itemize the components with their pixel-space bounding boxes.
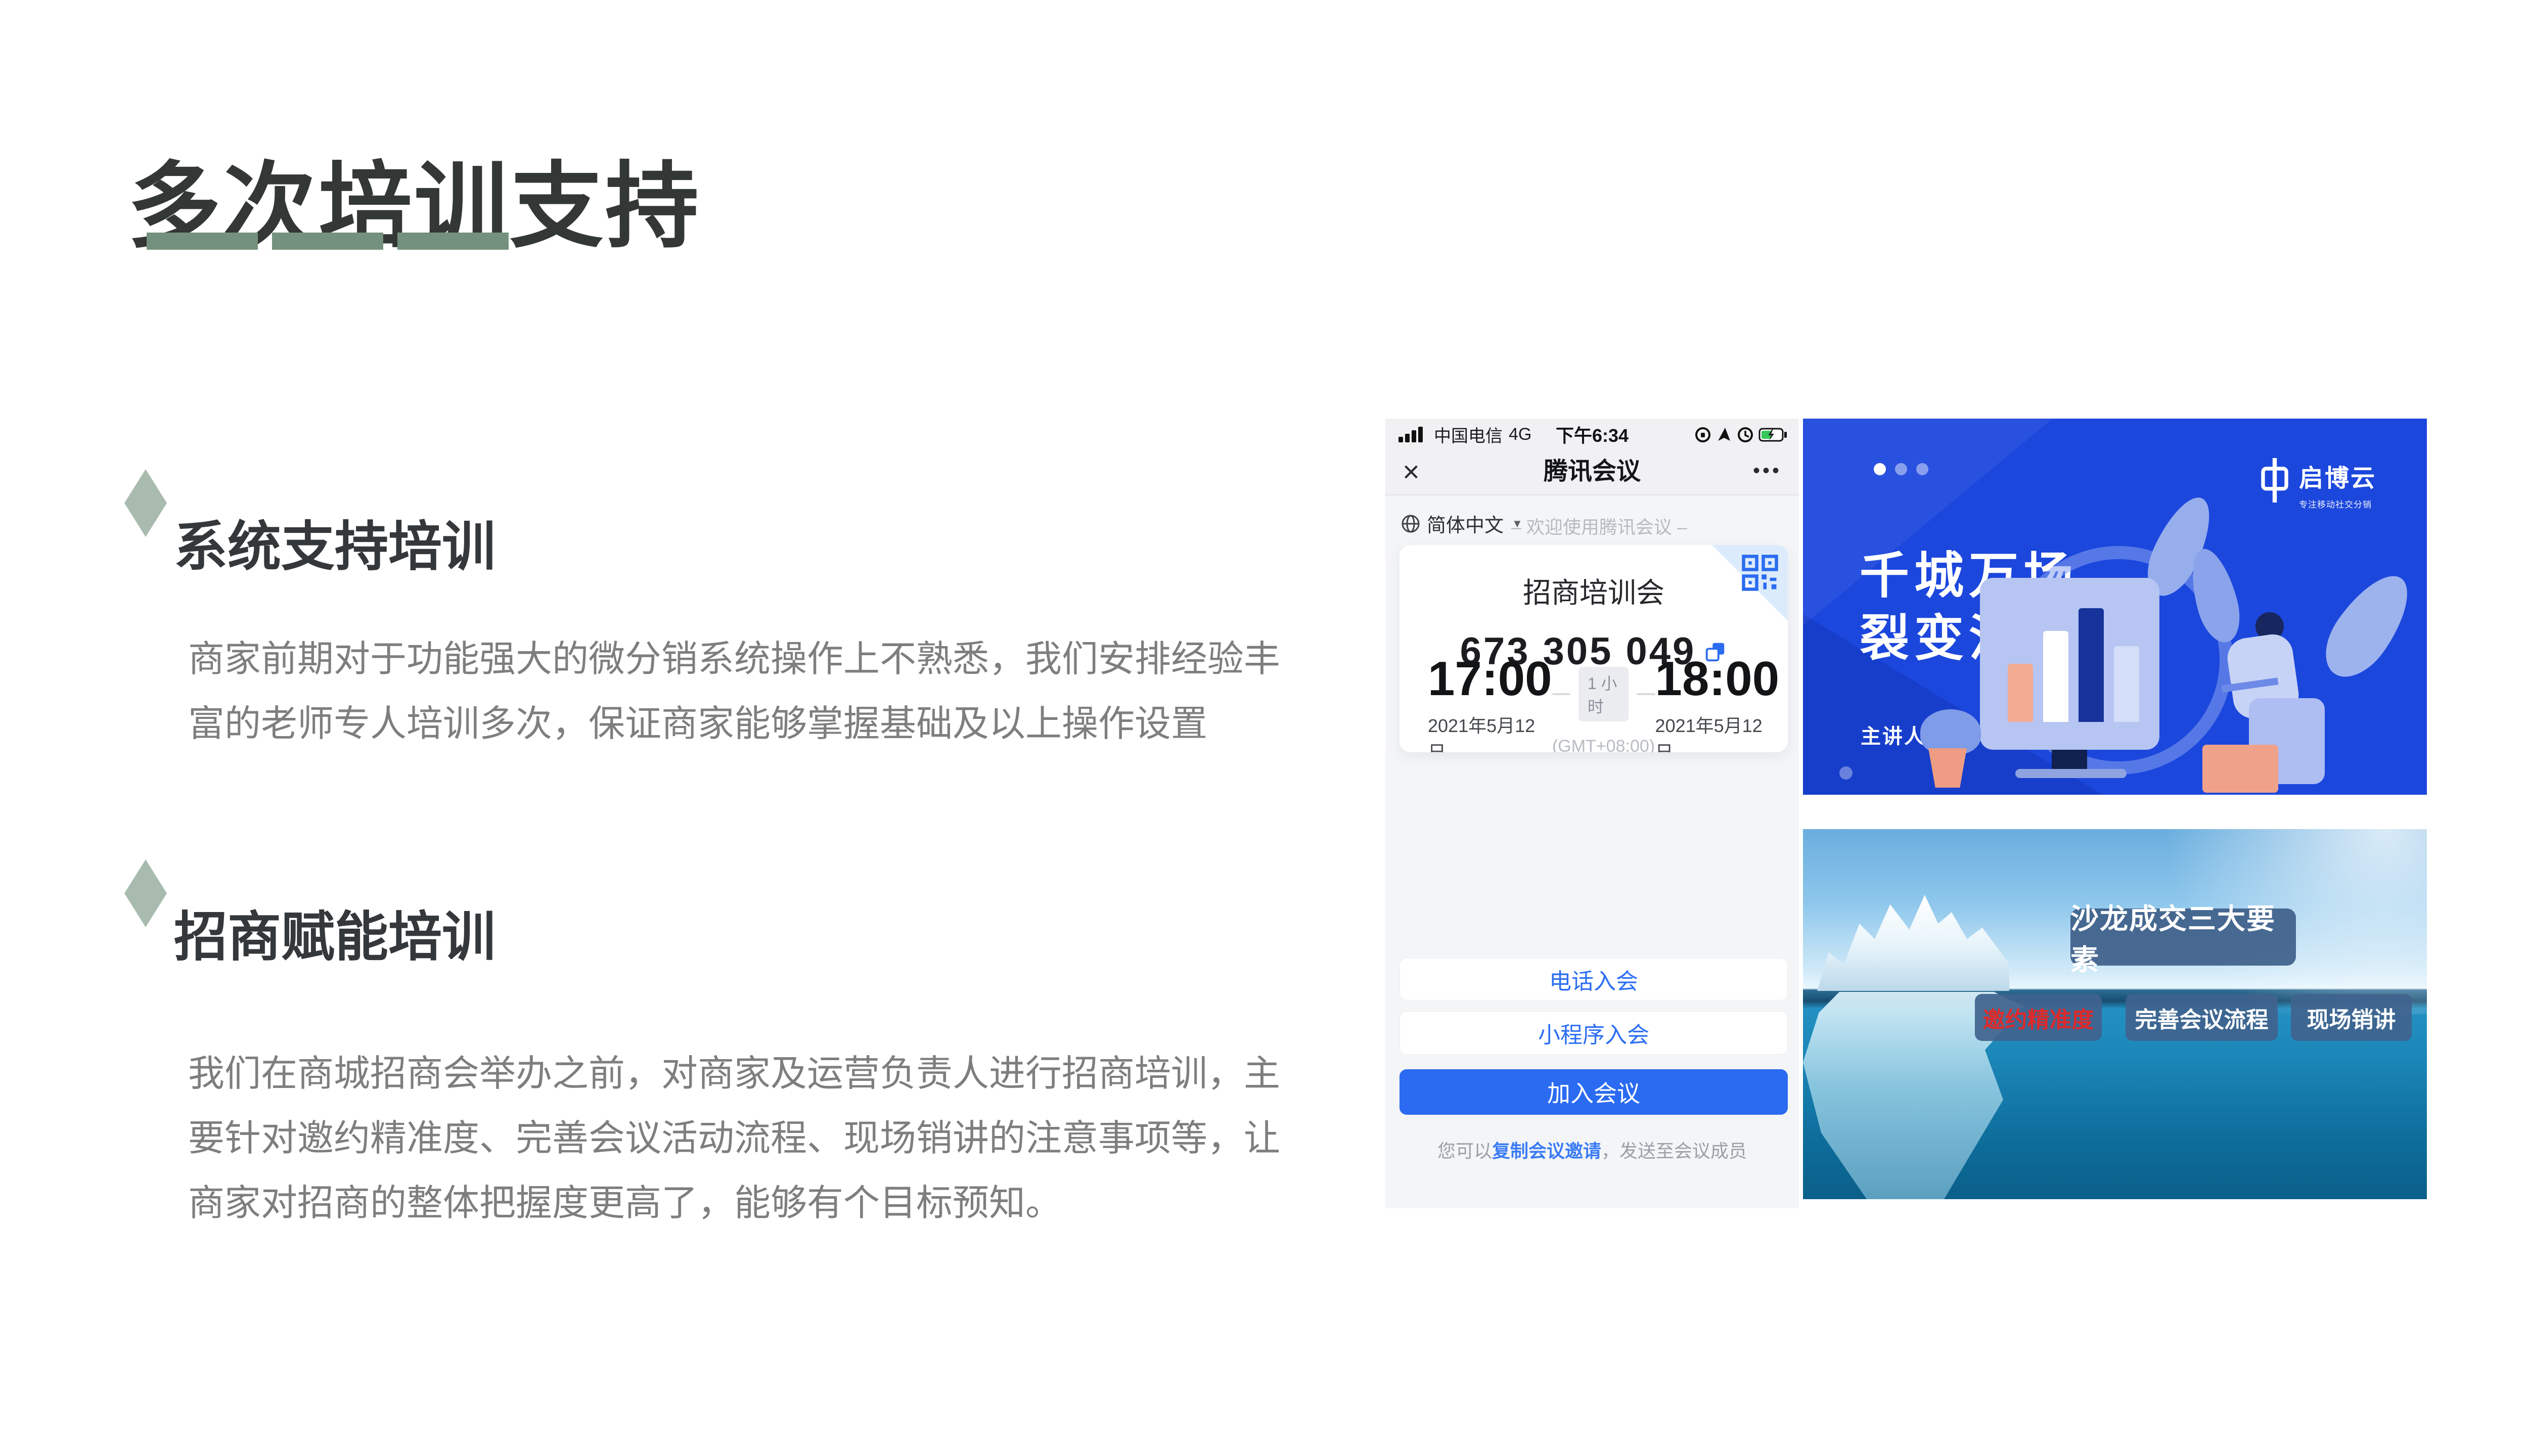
iceberg-chip-invite-accuracy: 邀约精准度 — [1975, 994, 2102, 1041]
leaf-icon — [2312, 562, 2424, 689]
section-body-system-training: 商家前期对于功能强大的微分销系统操作上不熟悉，我们安排经验丰富的老师专人培训多次… — [188, 627, 1285, 756]
status-icons — [1695, 425, 1789, 445]
section-body-merchant-training: 我们在商城招商会举办之前，对商家及运营负责人进行招商培训，主要针对邀约精准度、完… — [188, 1041, 1285, 1236]
phone-join-button[interactable]: 电话入会 — [1400, 958, 1788, 1000]
decor-dot — [1839, 766, 1853, 780]
start-date: 2021年5月12日 — [1428, 711, 1552, 752]
section-heading-merchant-training: 招商赋能培训 — [174, 904, 495, 971]
end-date: 2021年5月12日 — [1655, 711, 1780, 752]
promo-banner: 启博云 专注移动社交分销 千城万场 裂变沙龙 主讲人-子桐 — [1803, 419, 2427, 795]
divider — [1552, 693, 1570, 695]
dash — [272, 233, 383, 250]
carousel-dots — [1874, 463, 1928, 475]
copy-invite-link[interactable]: 复制会议邀请 — [1492, 1141, 1601, 1161]
iceberg-title-chip: 沙龙成交三大要素 — [2070, 908, 2296, 966]
iceberg-above-water — [1817, 895, 2009, 991]
invite-hint-prefix: 您可以 — [1437, 1141, 1492, 1161]
diamond-bullet-icon — [124, 469, 167, 537]
brand-logo: 启博云 专注移动社交分销 — [2259, 458, 2376, 510]
globe-icon — [1401, 514, 1421, 534]
monitor-stand — [2052, 750, 2087, 770]
meeting-card: 招商培训会 673 305 049 17:00 2021年5月12日 1 小时 — [1400, 545, 1788, 752]
section-heading-system-training: 系统支持培训 — [174, 514, 495, 581]
phone-screenshot: 中国电信 4G 下午6:34 × 腾讯会议 ••• — [1385, 419, 1799, 1208]
chart-bar — [2008, 664, 2033, 722]
end-time: 18:00 — [1655, 654, 1780, 704]
app-title: 腾讯会议 — [1385, 450, 1799, 493]
duration-badge: 1 小时 — [1578, 667, 1629, 721]
chart-bar — [2043, 631, 2068, 722]
diamond-bullet-icon — [124, 859, 167, 927]
more-icon[interactable]: ••• — [1753, 450, 1782, 491]
language-selector[interactable]: 简体中文 ▼ — [1401, 510, 1523, 537]
plant-icon — [1920, 709, 1981, 755]
language-row: 简体中文 ▼ – 欢迎使用腾讯会议 – — [1385, 495, 1799, 550]
qiboyun-logo-icon — [2259, 458, 2291, 503]
language-label: 简体中文 — [1427, 510, 1504, 537]
monitor-base — [2015, 769, 2127, 778]
meeting-times: 17:00 2021年5月12日 1 小时 (GMT+08:00) 18:00 … — [1400, 654, 1788, 752]
dash — [397, 233, 509, 250]
monitor-illustration — [1980, 578, 2159, 750]
dash — [147, 233, 258, 250]
chart-bar — [2079, 608, 2104, 722]
status-bar: 中国电信 4G 下午6:34 — [1385, 419, 1799, 450]
start-time: 17:00 — [1428, 654, 1552, 704]
invite-hint: 您可以复制会议邀请，发送至会议成员 — [1385, 1136, 1799, 1163]
qr-code-icon[interactable] — [1740, 553, 1780, 593]
miniprogram-join-button[interactable]: 小程序入会 — [1400, 1011, 1788, 1055]
brand-tagline: 专注移动社交分销 — [2299, 497, 2376, 510]
slide-canvas: 多次培训支持 系统支持培训 商家前期对于功能强大的微分销系统操作上不熟悉，我们安… — [0, 0, 2528, 1456]
chart-bar — [2114, 646, 2139, 722]
nav-bar: × 腾讯会议 ••• — [1385, 450, 1799, 495]
timezone-label: (GMT+08:00) — [1552, 737, 1655, 752]
divider — [1637, 693, 1655, 695]
location-icon — [1718, 428, 1730, 441]
brand-name: 启博云 — [2299, 458, 2376, 493]
iceberg-chip-meeting-process: 完善会议流程 — [2126, 994, 2278, 1041]
iceberg-chip-onsite-pitch: 现场销讲 — [2291, 994, 2412, 1041]
seat-illustration — [2202, 745, 2278, 793]
welcome-text: – 欢迎使用腾讯会议 – — [1511, 513, 1687, 539]
title-underline-dashes — [147, 233, 509, 250]
join-meeting-button[interactable]: 加入会议 — [1400, 1069, 1788, 1115]
invite-hint-suffix: ，发送至会议成员 — [1601, 1141, 1747, 1161]
iceberg-image: 沙龙成交三大要素 邀约精准度 完善会议流程 现场销讲 — [1803, 829, 2427, 1199]
